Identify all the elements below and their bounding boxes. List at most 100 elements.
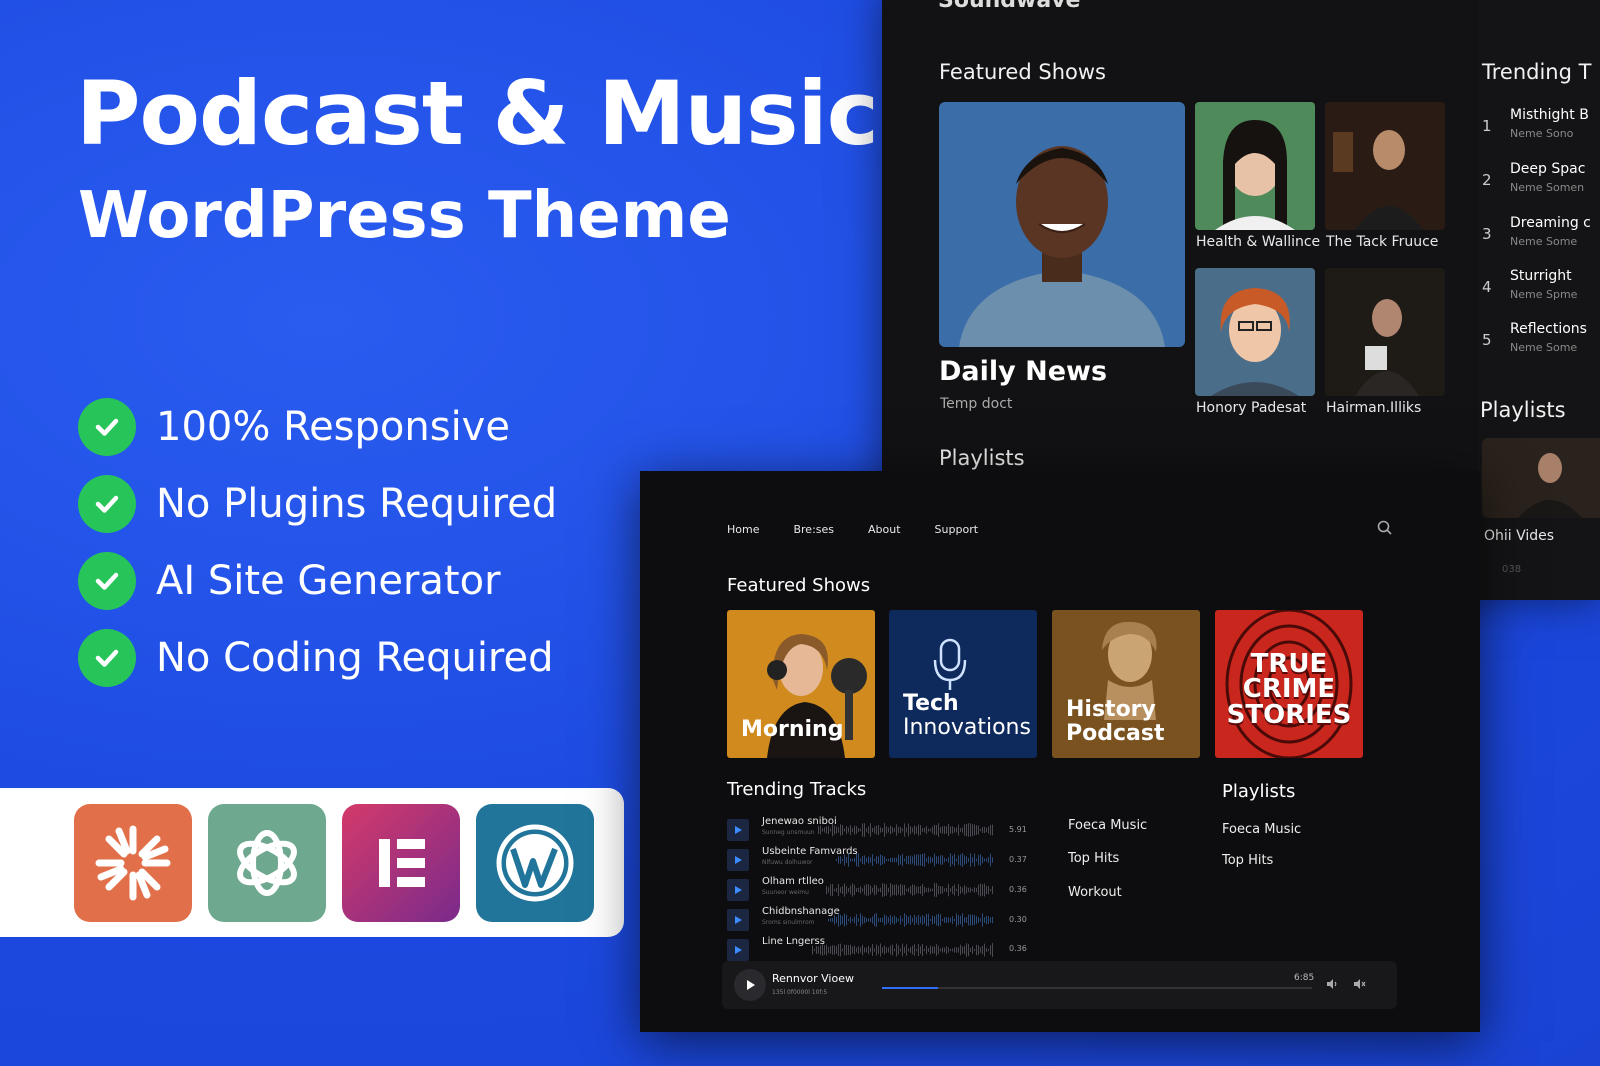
nav-home[interactable]: Home [727, 523, 759, 536]
trending-title: Dreaming c [1510, 215, 1591, 231]
show-card-label: History Podcast [1066, 697, 1165, 746]
feature-item: 100% Responsive [78, 398, 557, 456]
check-icon [78, 629, 136, 687]
featured-shows-heading: Featured Shows [727, 575, 871, 596]
trending-item[interactable]: 1 Misthight B Neme Sono [1482, 107, 1600, 151]
show-card-line2: Podcast [1066, 720, 1165, 746]
check-icon [78, 398, 136, 456]
play-icon[interactable] [727, 879, 749, 901]
side-playlists-heading: Playlists [1480, 398, 1566, 422]
trending-item[interactable]: 4 Sturright Neme Spme [1482, 268, 1600, 312]
trending-rank: 2 [1482, 171, 1492, 189]
hero-subtitle: WordPress Theme [78, 179, 731, 253]
show-card-tech[interactable]: Tech Innovations [889, 610, 1037, 758]
track-duration: 0.30 [1009, 915, 1027, 924]
playlists-heading: Playlists [1222, 781, 1296, 802]
feature-item: No Plugins Required [78, 475, 557, 533]
play-icon[interactable] [727, 909, 749, 931]
audio-player-bar: Rennvor Vioew 135l 0f0000l 10f:5 6:85 [722, 961, 1397, 1009]
track-duration: 5.91 [1009, 825, 1027, 834]
feature-item: No Coding Required [78, 629, 557, 687]
feature-label: 100% Responsive [156, 404, 510, 450]
openai-icon [208, 804, 326, 922]
show-card-label: Morning [741, 716, 844, 742]
show-tile[interactable] [1325, 102, 1445, 230]
featured-show-hero[interactable] [939, 102, 1185, 347]
show-tile-caption: The Tack Fruuce [1326, 234, 1439, 250]
trending-item[interactable]: 5 Reflections Neme Some [1482, 321, 1600, 365]
now-playing-meta: 135l 0f0000l 10f:5 [772, 989, 828, 996]
nav-support[interactable]: Support [935, 523, 978, 536]
featured-shows-heading: Featured Shows [939, 60, 1106, 84]
sparkle-icon [74, 804, 192, 922]
trending-artist: Neme Spme [1510, 288, 1578, 301]
show-card-line1: Tech [903, 690, 959, 716]
show-tile[interactable] [1325, 268, 1445, 396]
track-duration: 0.37 [1009, 855, 1027, 864]
playlists-heading: Playlists [939, 446, 1025, 470]
track-waveform[interactable] [826, 881, 994, 899]
play-icon[interactable] [727, 849, 749, 871]
track-waveform[interactable] [818, 821, 994, 839]
trending-title: Deep Spac [1510, 161, 1586, 177]
elementor-icon [342, 804, 460, 922]
trending-artist: Neme Some [1510, 235, 1578, 248]
list-item[interactable]: Workout [1068, 885, 1122, 900]
trending-title: Reflections [1510, 321, 1587, 337]
show-card-line3: STORIES [1226, 699, 1352, 730]
search-icon[interactable] [1376, 519, 1394, 537]
show-tile[interactable] [1195, 102, 1315, 230]
trending-artist: Neme Sono [1510, 127, 1574, 140]
volume-icon[interactable] [1325, 977, 1339, 991]
show-card-history[interactable]: History Podcast [1052, 610, 1200, 758]
trending-heading: Trending T [1482, 60, 1592, 84]
wordpress-icon [476, 804, 594, 922]
track-waveform[interactable] [836, 851, 994, 869]
trending-rank: 1 [1482, 117, 1492, 135]
track-duration: 0.36 [1009, 944, 1027, 953]
play-icon[interactable] [727, 819, 749, 841]
feature-list: 100% Responsive No Plugins Required AI S… [78, 398, 557, 706]
playback-time: 6:85 [1294, 973, 1315, 983]
feature-label: No Coding Required [156, 635, 554, 681]
track-duration: 0.36 [1009, 885, 1027, 894]
nav-browse[interactable]: Bre:ses [793, 523, 834, 536]
featured-show-subtitle: Temp doct [940, 396, 1013, 412]
track-meta: Nlfuwu dolhuwor [762, 859, 813, 866]
side-video-meta: 038 [1502, 564, 1522, 575]
show-card-label: TRUE CRIME STORIES [1215, 651, 1363, 730]
progress-fill [882, 987, 938, 989]
track-waveform[interactable] [828, 911, 994, 929]
brand-name: Soundwave [938, 0, 1081, 13]
trending-artist: Neme Somen [1510, 181, 1585, 194]
track-meta: Suuneor weimu [762, 889, 809, 896]
show-card-morning[interactable]: Morning [727, 610, 875, 758]
trending-item[interactable]: 3 Dreaming c Neme Some [1482, 215, 1600, 259]
list-item[interactable]: Foeca Music [1068, 818, 1147, 833]
nav-about[interactable]: About [868, 523, 901, 536]
main-nav: Home Bre:ses About Support [727, 523, 978, 536]
hero-title: Podcast & Music [76, 62, 879, 165]
trending-tracks-heading: Trending Tracks [727, 779, 867, 800]
trending-title: Misthight B [1510, 107, 1589, 123]
mute-icon[interactable] [1352, 977, 1366, 991]
playlist-item[interactable]: Foeca Music [1222, 822, 1301, 837]
show-tile-caption: Health & Wallince [1196, 234, 1321, 250]
trending-item[interactable]: 2 Deep Spac Neme Somen [1482, 161, 1600, 205]
track-waveform[interactable] [812, 941, 994, 959]
show-tile[interactable] [1195, 268, 1315, 396]
trending-rank: 4 [1482, 278, 1492, 296]
track-name: Olham rtlleo [762, 876, 824, 887]
progress-bar[interactable] [882, 987, 1312, 989]
show-tile-caption: Honory Padesat [1196, 400, 1307, 416]
check-icon [78, 475, 136, 533]
play-icon[interactable] [727, 939, 749, 961]
side-video-thumb[interactable] [1482, 438, 1600, 518]
show-tile-caption: Hairman.Illiks [1326, 400, 1422, 416]
featured-show-title: Daily News [939, 356, 1108, 387]
show-card-true-crime[interactable]: TRUE CRIME STORIES [1215, 610, 1363, 758]
playlist-item[interactable]: Top Hits [1222, 853, 1273, 868]
play-button[interactable] [734, 969, 766, 1001]
feature-item: AI Site Generator [78, 552, 557, 610]
list-item[interactable]: Top Hits [1068, 851, 1119, 866]
